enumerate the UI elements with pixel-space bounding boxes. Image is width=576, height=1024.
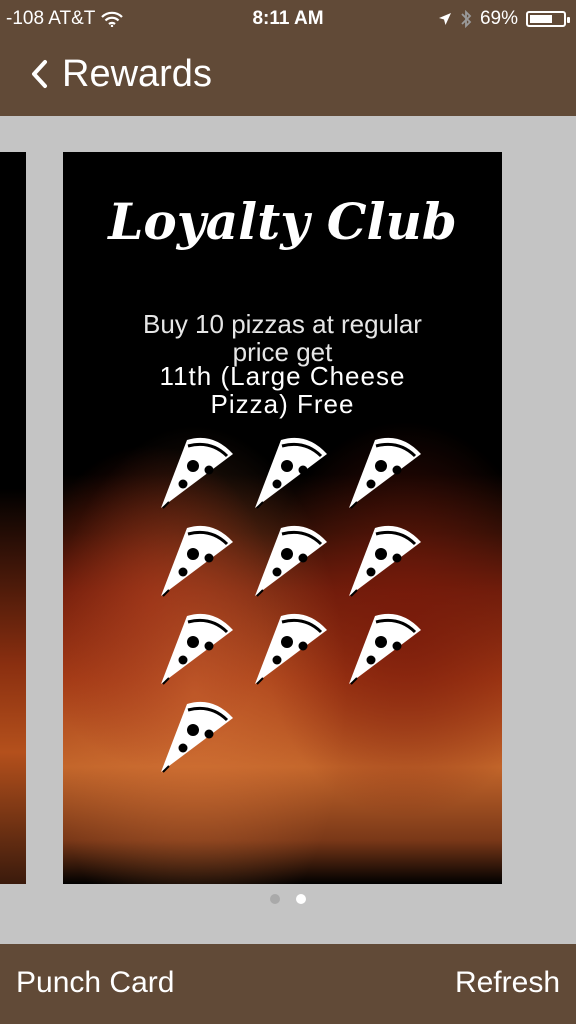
- pizza-slice-icon: [343, 520, 425, 598]
- card-reward-line: 11th (Large Cheese Pizza) Free: [63, 362, 502, 418]
- loyalty-card: Loyalty Club Buy 10 pizzas at regular pr…: [63, 152, 502, 884]
- card-carousel[interactable]: Loyalty Club Buy 10 pizzas at regular pr…: [0, 116, 576, 944]
- card-title: Loyalty Club: [108, 192, 457, 251]
- refresh-button[interactable]: Refresh: [455, 966, 560, 1000]
- pizza-slice-icon: [343, 608, 425, 686]
- card-reward-line-1: 11th (Large Cheese: [159, 361, 406, 391]
- pizza-slice-icon: [249, 432, 331, 510]
- pizza-slice-icon: [155, 608, 237, 686]
- punch-card-button[interactable]: Punch Card: [16, 966, 174, 1000]
- chevron-left-icon: [32, 60, 47, 88]
- bottom-toolbar: Punch Card Refresh: [0, 944, 576, 1024]
- pizza-slice-icon: [249, 608, 331, 686]
- back-button[interactable]: Rewards: [30, 50, 212, 98]
- battery-fill: [530, 15, 552, 23]
- pizza-slice-icon: [155, 520, 237, 598]
- battery-icon: [526, 11, 570, 27]
- card-offer-line-1: Buy 10 pizzas at regular: [143, 309, 422, 339]
- battery-percent: 69%: [479, 8, 518, 29]
- status-bar: -108 AT&T 8:11 AM 69%: [0, 0, 576, 36]
- previous-card[interactable]: [0, 152, 26, 884]
- pizza-slice-icon: [155, 696, 237, 774]
- punch-grid: [155, 432, 437, 774]
- card-offer-line: Buy 10 pizzas at regular price get: [63, 310, 502, 366]
- page-indicator[interactable]: [0, 894, 576, 904]
- pizza-slice-icon: [155, 432, 237, 510]
- location-arrow-icon: [438, 13, 451, 25]
- pizza-slice-icon: [249, 520, 331, 598]
- pizza-slice-icon: [343, 432, 425, 510]
- page-dot[interactable]: [270, 894, 280, 904]
- card-reward-line-2: Pizza) Free: [210, 389, 355, 419]
- page-dot[interactable]: [296, 894, 306, 904]
- status-right: 69%: [438, 8, 570, 30]
- nav-bar: Rewards: [0, 36, 576, 116]
- bluetooth-icon: [461, 10, 472, 28]
- nav-title: Rewards: [62, 53, 212, 95]
